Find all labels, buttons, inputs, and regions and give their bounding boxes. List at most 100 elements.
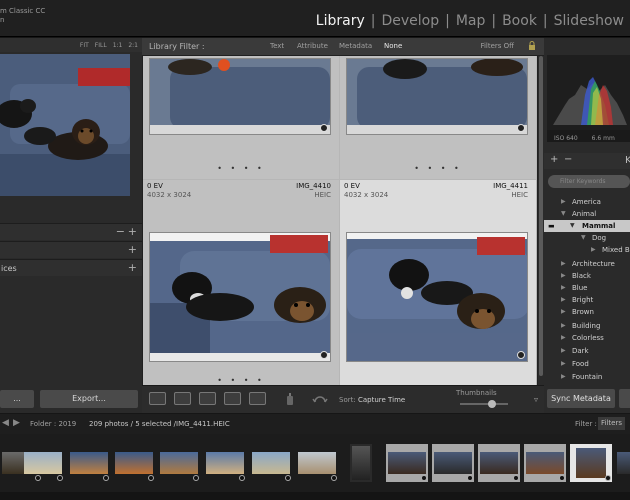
- keyword-row[interactable]: ▶ Dark: [544, 345, 630, 357]
- loupe-view-icon[interactable]: [174, 392, 191, 405]
- plus-icon[interactable]: +: [128, 225, 137, 238]
- keyword-row[interactable]: ▶ Black: [544, 270, 630, 282]
- photo-thumbnail[interactable]: [346, 232, 528, 362]
- filmstrip-thumbnail[interactable]: [616, 444, 630, 482]
- filmstrip-thumbnail[interactable]: [22, 444, 64, 482]
- plus-icon[interactable]: +: [128, 243, 137, 256]
- remove-keyword-icon[interactable]: −: [564, 154, 572, 165]
- keyword-row[interactable]: ▶ Food: [544, 358, 630, 370]
- checkbox-minus-icon[interactable]: ▬: [548, 220, 555, 232]
- thumbnails-slider-knob[interactable]: [488, 400, 496, 408]
- zoom-fill[interactable]: FILL: [95, 42, 107, 49]
- spray-can-icon[interactable]: [285, 392, 295, 406]
- export-button[interactable]: Export...: [40, 390, 138, 408]
- keyword-row[interactable]: ▼ Dog: [544, 232, 630, 244]
- photo-thumbnail[interactable]: [149, 58, 331, 135]
- keyword-row[interactable]: ▶ Architecture: [544, 258, 630, 270]
- keyword-row[interactable]: ▶ Mixed Br: [544, 244, 630, 256]
- keyword-filter-input[interactable]: Filter Keywords: [548, 175, 630, 188]
- people-view-icon[interactable]: [249, 392, 266, 405]
- grid-cell-prev-2[interactable]: • • • •: [340, 56, 536, 179]
- left-section-row[interactable]: − +: [0, 223, 142, 240]
- compare-view-icon[interactable]: [199, 392, 216, 405]
- filter-tab-attribute[interactable]: Attribute: [297, 42, 328, 50]
- collapsed-triangle-icon[interactable]: ▶: [561, 371, 566, 383]
- toolbar-menu-chevron-icon[interactable]: ▿: [534, 395, 538, 404]
- filmstrip-thumbnail[interactable]: [204, 444, 246, 482]
- add-keyword-icon[interactable]: +: [550, 154, 558, 165]
- zoom-fit[interactable]: FIT: [80, 42, 89, 49]
- filmstrip-thumbnail[interactable]: [350, 444, 372, 482]
- filmstrip-thumbnail-selected[interactable]: [432, 444, 474, 482]
- keyword-row[interactable]: ▶ Bright: [544, 294, 630, 306]
- collapsed-triangle-icon[interactable]: ▶: [591, 244, 596, 256]
- filter-tab-metadata[interactable]: Metadata: [339, 42, 372, 50]
- photo-thumbnail[interactable]: [149, 232, 331, 362]
- keyword-row[interactable]: ▶ Fountain: [544, 371, 630, 383]
- left-section-row-services[interactable]: ices +: [0, 259, 142, 276]
- lock-icon[interactable]: [528, 41, 536, 51]
- filmstrip-thumbnail[interactable]: [296, 444, 338, 482]
- keyword-row[interactable]: ▶ Colorless: [544, 332, 630, 344]
- plus-icon[interactable]: +: [128, 261, 137, 274]
- filmstrip-thumbnail-active[interactable]: [570, 444, 612, 482]
- thumbnails-slider[interactable]: [460, 400, 508, 408]
- module-develop[interactable]: Develop: [375, 12, 445, 32]
- collapsed-triangle-icon[interactable]: ▶: [561, 332, 566, 344]
- expanded-triangle-icon[interactable]: ▼: [570, 220, 575, 232]
- collapsed-triangle-icon[interactable]: ▶: [561, 345, 566, 357]
- filmstrip-thumbnail-selected[interactable]: [524, 444, 566, 482]
- collapsed-triangle-icon[interactable]: ▶: [561, 270, 566, 282]
- expanded-triangle-icon[interactable]: ▼: [581, 232, 586, 244]
- collapsed-triangle-icon[interactable]: ▶: [561, 196, 566, 208]
- back-arrow-icon[interactable]: ◀: [2, 418, 9, 428]
- forward-arrow-icon[interactable]: ▶: [13, 418, 20, 428]
- filmstrip-thumbnail[interactable]: [113, 444, 155, 482]
- zoom-2-1[interactable]: 2:1: [128, 42, 138, 49]
- rotate-icon[interactable]: [312, 392, 328, 406]
- filters-off-dropdown[interactable]: Filters Off: [480, 42, 514, 50]
- photo-thumbnail[interactable]: [346, 58, 528, 135]
- module-slideshow[interactable]: Slideshow: [548, 12, 630, 32]
- keyword-row[interactable]: ▶ Blue: [544, 282, 630, 294]
- collapsed-triangle-icon[interactable]: ▶: [561, 258, 566, 270]
- filmstrip-source[interactable]: Folder : 2019: [30, 420, 76, 428]
- filmstrip-thumbnail[interactable]: [158, 444, 200, 482]
- collapsed-triangle-icon[interactable]: ▶: [561, 294, 566, 306]
- expanded-triangle-icon[interactable]: ▼: [561, 208, 566, 220]
- module-library[interactable]: Library: [310, 12, 371, 32]
- collapsed-triangle-icon[interactable]: ▶: [561, 282, 566, 294]
- filmstrip-thumbnail[interactable]: [68, 444, 110, 482]
- grid-scrollbar-thumb[interactable]: [539, 56, 543, 376]
- sync-metadata-button[interactable]: Sync Metadata: [547, 389, 615, 408]
- grid-cell-prev-1[interactable]: • • • •: [143, 56, 339, 179]
- keyword-row[interactable]: ▶ Building: [544, 320, 630, 332]
- zoom-1-1[interactable]: 1:1: [113, 42, 123, 49]
- filmstrip-filters-button[interactable]: Filters: [598, 417, 625, 430]
- navigator-preview[interactable]: [0, 54, 130, 196]
- grid-cell-img-4410[interactable]: 0 EV 4032 x 3024 IMG_4410 HEIC • • • •: [143, 180, 339, 385]
- collapsed-triangle-icon[interactable]: ▶: [561, 320, 566, 332]
- filmstrip-thumbnail[interactable]: [250, 444, 292, 482]
- collapsed-triangle-icon[interactable]: ▶: [561, 358, 566, 370]
- filter-tab-text[interactable]: Text: [270, 42, 284, 50]
- minus-icon[interactable]: −: [116, 225, 125, 238]
- grid-view-icon[interactable]: [149, 392, 166, 405]
- keyword-row[interactable]: ▶ Brown: [544, 306, 630, 318]
- collapsed-triangle-icon[interactable]: ▶: [561, 306, 566, 318]
- sort-dropdown[interactable]: Capture Time: [358, 396, 405, 404]
- filter-tab-none[interactable]: None: [384, 42, 402, 50]
- survey-view-icon[interactable]: [224, 392, 241, 405]
- keyword-row[interactable]: ▶ America: [544, 196, 630, 208]
- left-section-row[interactable]: +: [0, 241, 142, 258]
- module-book[interactable]: Book: [496, 12, 543, 32]
- grid-cell-img-4411[interactable]: 0 EV 4032 x 3024 IMG_4411 HEIC: [340, 180, 536, 385]
- module-map[interactable]: Map: [450, 12, 492, 32]
- keyword-row[interactable]: ▼ Animal: [544, 208, 630, 220]
- import-button[interactable]: ...: [0, 390, 34, 408]
- sync-settings-button[interactable]: [619, 389, 630, 408]
- keyword-row-selected[interactable]: ▬ ▼ Mammal: [544, 220, 630, 232]
- filmstrip-thumbnail-selected[interactable]: [478, 444, 520, 482]
- filmstrip-count[interactable]: 209 photos / 5 selected /IMG_4411.HEIC: [89, 420, 230, 428]
- filmstrip-thumbnail-selected[interactable]: [386, 444, 428, 482]
